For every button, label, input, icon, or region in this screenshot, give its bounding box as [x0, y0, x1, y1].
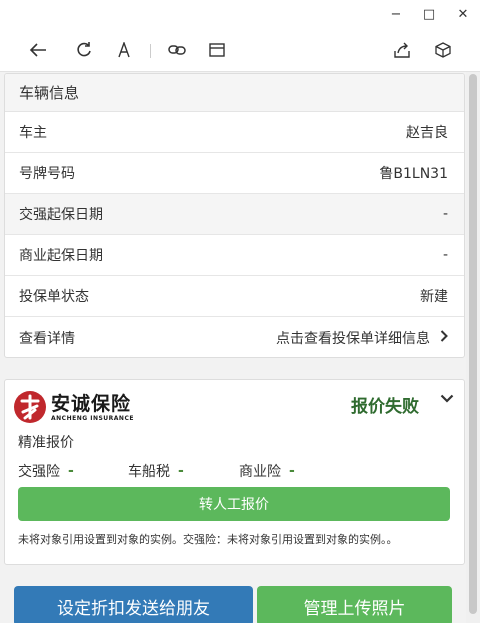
share-icon[interactable] [390, 38, 414, 62]
row-compulsory-start: 交强起保日期 - [5, 194, 464, 235]
minimize-button[interactable]: − [384, 4, 408, 24]
row-label: 车主 [19, 125, 47, 141]
fee-label: 车船税 [128, 464, 170, 480]
insurer-logo: 安诚保险 ANCHENG INSURANCE [13, 388, 153, 428]
row-view-details[interactable]: 查看详情 点击查看投保单详细信息 [5, 317, 464, 357]
fee-label: 商业险 [239, 464, 281, 480]
insurer-logo-mark [14, 391, 46, 423]
row-label: 号牌号码 [19, 166, 75, 182]
chevron-right-icon [440, 329, 448, 346]
fee-commercial: 商业险 - [239, 461, 295, 481]
quote-card: 安诚保险 ANCHENG INSURANCE 报价失败 精准报价 交强险 - 车… [4, 379, 465, 565]
row-label: 投保单状态 [19, 289, 89, 305]
title-bar: − □ ✕ [0, 0, 480, 28]
fee-value: - [178, 463, 184, 479]
insurer-name-en: ANCHENG INSURANCE [51, 415, 134, 422]
row-policy-status: 投保单状态 新建 [5, 276, 464, 317]
scrollbar-thumb[interactable] [469, 74, 477, 614]
quote-status: 报价失败 [351, 397, 419, 417]
row-commercial-start: 商业起保日期 - [5, 235, 464, 276]
insurer-name: 安诚保险 [51, 393, 132, 415]
row-label: 查看详情 [19, 330, 75, 347]
row-value: 新建 [420, 289, 448, 305]
precise-quote-label: 精准报价 [18, 435, 74, 451]
vehicle-info-card: 车辆信息 车主 赵吉良 号牌号码 鲁B1LN31 交强起保日期 - 商业起保日期… [4, 73, 465, 358]
row-value: 赵吉良 [406, 125, 448, 141]
fee-value: - [289, 463, 295, 479]
row-value: 点击查看投保单详细信息 [276, 330, 430, 347]
fee-compulsory: 交强险 - [18, 461, 128, 481]
row-plate: 号牌号码 鲁B1LN31 [5, 153, 464, 194]
row-label: 商业起保日期 [19, 248, 103, 264]
close-button[interactable]: ✕ [451, 4, 475, 24]
row-value: - [442, 247, 448, 263]
row-value: - [442, 206, 448, 222]
cube-icon[interactable] [431, 38, 455, 62]
manual-quote-button[interactable]: 转人工报价 [18, 487, 450, 521]
row-value: 鲁B1LN31 [379, 166, 448, 182]
browser-toolbar [0, 28, 480, 72]
error-message: 未将对象引用设置到对象的实例。交强险：未将对象引用设置到对象的实例。。 [18, 533, 398, 546]
row-label: 交强起保日期 [19, 207, 103, 223]
link-icon[interactable] [165, 38, 189, 62]
toolbar-separator [150, 44, 151, 58]
scrollbar[interactable] [466, 72, 480, 623]
send-discount-button[interactable]: 设定折扣发送给朋友 [14, 586, 253, 623]
refresh-icon[interactable] [72, 38, 96, 62]
manage-photos-button[interactable]: 管理上传照片 [257, 586, 452, 623]
chevron-up-icon[interactable] [437, 390, 457, 406]
maximize-button[interactable]: □ [417, 4, 441, 24]
fee-value: - [68, 463, 74, 479]
fee-label: 交强险 [18, 464, 60, 480]
vehicle-info-header: 车辆信息 [5, 74, 464, 112]
window-icon[interactable] [205, 38, 229, 62]
fee-summary: 交强险 - 车船税 - 商业险 - [18, 461, 295, 481]
view-details-link[interactable]: 点击查看投保单详细信息 [276, 328, 448, 348]
text-size-icon[interactable] [112, 38, 136, 62]
back-arrow-icon[interactable] [26, 38, 50, 62]
fee-vessel-tax: 车船税 - [128, 461, 239, 481]
row-owner: 车主 赵吉良 [5, 112, 464, 153]
